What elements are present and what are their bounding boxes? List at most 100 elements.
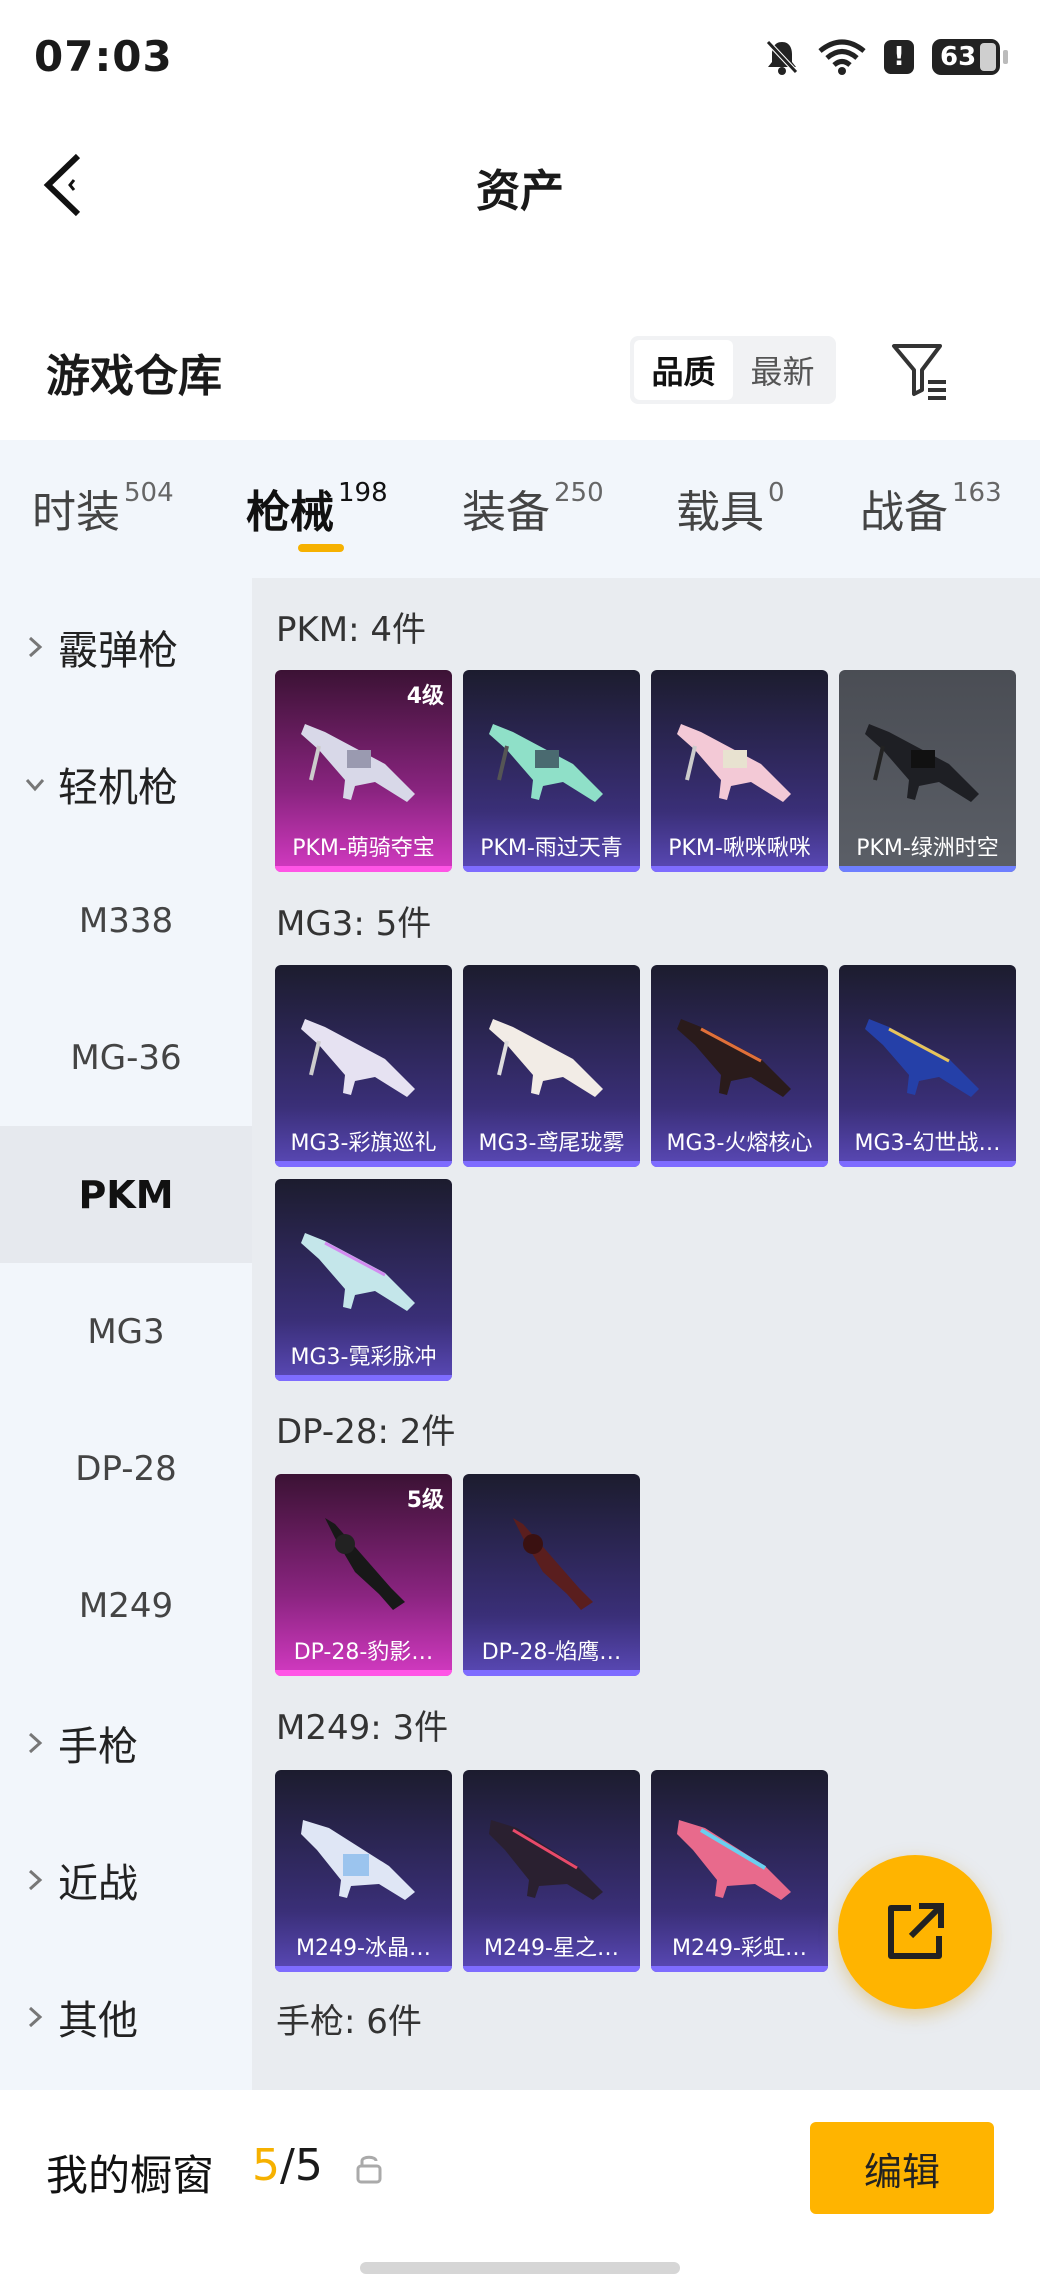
- skin-card[interactable]: 4级 PKM-萌骑夺宝: [275, 670, 452, 872]
- section-title-pistol: 手枪: 6件: [276, 2002, 422, 2042]
- lmg-skin-icon: [865, 724, 979, 802]
- showcase-count: 5/5: [252, 2140, 323, 2191]
- chevron-right-icon: [28, 1869, 43, 1890]
- sidebar-group-shotgun[interactable]: 霰弹枪: [0, 578, 252, 715]
- section-title-mg3: MG3: 5件: [276, 904, 432, 944]
- skin-name: MG3-霓彩脉冲: [290, 1345, 437, 1370]
- sidebar-item-mg3[interactable]: MG3: [0, 1263, 252, 1400]
- chevron-down-icon: [26, 778, 44, 791]
- section-title-m249: M249: 3件: [276, 1708, 449, 1748]
- status-time: 07:03: [34, 32, 173, 81]
- skin-card[interactable]: MG3-鸢尾珑雾: [463, 965, 640, 1167]
- sidebar-group-lmg[interactable]: 轻机枪: [0, 715, 252, 852]
- sidebar-item-m249[interactable]: M249: [0, 1537, 252, 1674]
- sidebar-item-dp28[interactable]: DP-28: [0, 1400, 252, 1537]
- sidebar-group-label: 其他: [58, 1997, 138, 2044]
- chevron-right-icon: [28, 636, 43, 657]
- tab-firearms[interactable]: 枪械 198: [246, 476, 388, 540]
- skin-card[interactable]: 5级 DP-28-豹影…: [275, 1474, 452, 1676]
- showcase-total: 5: [294, 2140, 323, 2191]
- showcase-label: 我的橱窗: [46, 2151, 215, 2200]
- tab-fashion[interactable]: 时装 504: [32, 476, 174, 540]
- skin-name: DP-28-豹影…: [293, 1640, 434, 1665]
- lmg-skin-icon: [677, 1019, 791, 1097]
- tab-count: 504: [124, 478, 174, 508]
- sort-option-quality[interactable]: 品质: [634, 340, 733, 400]
- home-indicator[interactable]: [360, 2262, 680, 2274]
- status-bar: 07:03 ! 63: [0, 0, 1040, 120]
- category-tabs: 时装 504 枪械 198 装备 250 载具 0 战备 163: [0, 440, 1040, 578]
- skin-name: M249-彩虹…: [672, 1936, 807, 1961]
- sidebar-group-label: 霰弹枪: [58, 627, 178, 674]
- tab-active-indicator: [298, 544, 344, 552]
- sidebar-group-melee[interactable]: 近战: [0, 1811, 252, 1948]
- sort-toggle: 品质 最新: [630, 336, 836, 404]
- tab-label: 装备: [462, 487, 550, 538]
- showcase-separator: /: [280, 2140, 295, 2191]
- lock-icon: [356, 2155, 382, 2184]
- skin-name: MG3-鸢尾珑雾: [478, 1131, 625, 1156]
- skin-name: M249-冰晶…: [296, 1936, 431, 1961]
- lmg-skin-icon: [865, 1019, 979, 1097]
- sidebar-item-mg36[interactable]: MG-36: [0, 989, 252, 1126]
- weapon-type-sidebar: 霰弹枪 轻机枪 M338 MG-36 PKM MG3 DP-28 M249 手枪…: [0, 578, 252, 2090]
- chevron-right-icon: [28, 2006, 43, 2027]
- sidebar-group-pistol[interactable]: 手枪: [0, 1674, 252, 1811]
- skin-card[interactable]: M249-冰晶…: [275, 1770, 452, 1972]
- skin-card[interactable]: M249-星之…: [463, 1770, 640, 1972]
- status-icons: ! 63: [764, 38, 1008, 76]
- skin-card[interactable]: PKM-啾咪啾咪: [651, 670, 828, 872]
- mute-bell-icon: [766, 40, 798, 75]
- tab-label: 枪械: [246, 487, 334, 538]
- skin-card[interactable]: MG3-霓彩脉冲: [275, 1179, 452, 1381]
- skin-card[interactable]: M249-彩虹…: [651, 1770, 828, 1972]
- skin-card[interactable]: PKM-雨过天青: [463, 670, 640, 872]
- lmg-skin-icon: [325, 1518, 405, 1610]
- skin-name: MG3-火熔核心: [666, 1131, 813, 1156]
- sort-option-newest[interactable]: 最新: [733, 340, 832, 400]
- edit-button[interactable]: 编辑: [810, 2122, 994, 2214]
- skin-name: PKM-啾咪啾咪: [668, 836, 811, 861]
- warehouse-title: 游戏仓库: [46, 351, 222, 402]
- sidebar-group-other[interactable]: 其他: [0, 1948, 252, 2085]
- tab-count: 198: [338, 478, 388, 508]
- wifi-icon: [818, 39, 866, 75]
- lmg-skin-icon: [489, 1019, 603, 1097]
- lmg-skin-icon: [489, 1820, 603, 1900]
- battery-icon: 63: [932, 39, 1008, 75]
- lmg-skin-icon: [301, 1820, 415, 1900]
- skin-name: M249-星之…: [484, 1936, 619, 1961]
- skin-card[interactable]: MG3-火熔核心: [651, 965, 828, 1167]
- skin-level: 5级: [406, 1488, 444, 1513]
- page-title: 资产: [476, 166, 564, 217]
- tab-supplies[interactable]: 战备 163: [860, 476, 1002, 540]
- tab-vehicles[interactable]: 载具 0: [676, 476, 785, 540]
- tab-equipment[interactable]: 装备 250: [462, 476, 604, 540]
- tab-count: 250: [554, 478, 604, 508]
- skin-name: MG3-幻世战…: [854, 1131, 1001, 1156]
- skin-card[interactable]: MG3-幻世战…: [839, 965, 1016, 1167]
- showcase-bar: 我的橱窗 5/5 编辑: [0, 2090, 1040, 2295]
- external-link-icon: [888, 1903, 944, 1959]
- skin-name: PKM-绿洲时空: [856, 836, 999, 861]
- skin-name: DP-28-焰鹰…: [481, 1640, 622, 1665]
- sidebar-item-m338[interactable]: M338: [0, 852, 252, 989]
- alert-icon: !: [884, 40, 914, 74]
- skin-card[interactable]: DP-28-焰鹰…: [463, 1474, 640, 1676]
- lmg-skin-icon: [677, 724, 791, 802]
- tab-label: 时装: [32, 487, 120, 538]
- sidebar-item-pkm[interactable]: PKM: [0, 1126, 252, 1263]
- lmg-skin-icon: [301, 1019, 415, 1097]
- filter-button[interactable]: [888, 338, 952, 402]
- tab-label: 载具: [676, 487, 764, 538]
- sidebar-group-label: 近战: [58, 1860, 138, 1907]
- skin-name: PKM-萌骑夺宝: [292, 836, 435, 861]
- tab-count: 163: [952, 478, 1002, 508]
- section-title-pkm: PKM: 4件: [276, 610, 427, 650]
- battery-level: 63: [940, 42, 977, 72]
- tab-label: 战备: [860, 487, 948, 538]
- chevron-right-icon: [28, 1732, 43, 1753]
- share-fab-button[interactable]: [838, 1855, 992, 2009]
- skin-card[interactable]: MG3-彩旗巡礼: [275, 965, 452, 1167]
- skin-card[interactable]: PKM-绿洲时空: [839, 670, 1016, 872]
